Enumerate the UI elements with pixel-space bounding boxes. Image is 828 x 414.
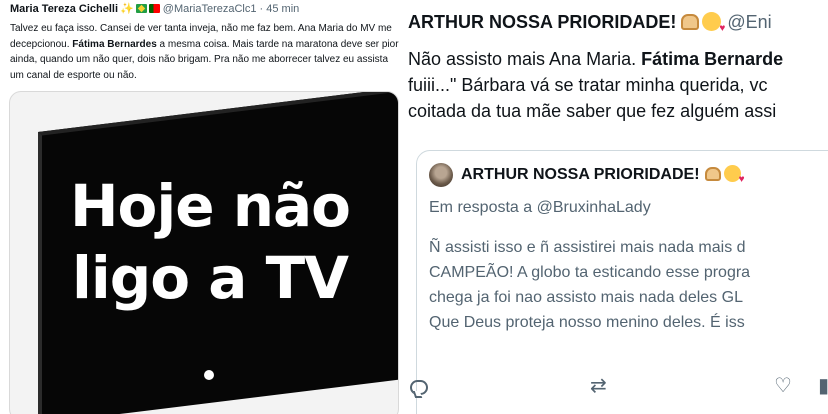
tweet-text-line3: coitada da tua mãe saber que fez alguém … bbox=[408, 101, 777, 121]
heart-icon: ♡ bbox=[774, 375, 792, 397]
tweet-text-bold: Fátima Bernardes bbox=[72, 38, 157, 50]
tv-caption: Hoje não ligo a TV bbox=[40, 170, 380, 314]
quoted-author-name[interactable]: ARTHUR NOSSA PRIORIDADE! bbox=[461, 166, 700, 183]
quoted-tweet-text: Ñ assisti isso e ñ assistirei mais nada … bbox=[429, 235, 750, 335]
sparkle-icon: ✨ bbox=[120, 3, 134, 15]
tweet-text-bold: Fátima Bernarde bbox=[641, 49, 784, 69]
views-button[interactable]: ▮ bbox=[818, 374, 828, 398]
author-handle-time[interactable]: @MariaTerezaClc1 · 45 min bbox=[163, 3, 300, 15]
avatar[interactable] bbox=[429, 163, 453, 187]
portugal-flag-icon bbox=[148, 4, 160, 13]
tweet-text-line1: Não assisto mais Ana Maria. Fátima Berna… bbox=[408, 46, 828, 72]
tv-caption-line2: ligo a TV bbox=[71, 244, 349, 312]
tweet-text: Talvez eu faça isso. Cansei de ver tanta… bbox=[10, 21, 400, 83]
bread-icon bbox=[681, 14, 700, 30]
tweet-text-line2: fuiii..." Bárbara vá se tratar minha que… bbox=[408, 75, 768, 95]
quoted-line1: Ñ assisti isso e ñ assistirei mais nada … bbox=[429, 239, 746, 256]
reply-button[interactable] bbox=[410, 374, 428, 398]
reply-context[interactable]: Em resposta a @BruxinhaLady bbox=[429, 199, 651, 217]
kiss-face-icon bbox=[723, 165, 745, 185]
right-tweet-header: ARTHUR NOSSA PRIORIDADE! @Eni bbox=[408, 12, 772, 34]
like-button[interactable]: ♡ bbox=[774, 374, 792, 398]
quoted-line4: Que Deus proteja nosso menino deles. É i… bbox=[429, 314, 745, 331]
quoted-line3: chega ja foi nao assisto mais nada deles… bbox=[429, 289, 743, 306]
bread-icon bbox=[704, 167, 721, 181]
left-tweet: Maria Tereza Cichelli ✨ @MariaTerezaClc1 … bbox=[0, 0, 403, 414]
retweet-icon: ⇄ bbox=[590, 375, 607, 397]
reply-icon bbox=[410, 380, 428, 395]
views-icon: ▮ bbox=[818, 375, 828, 397]
tweet-actions: ⇄ ♡ ▮ bbox=[406, 374, 828, 400]
retweet-button[interactable]: ⇄ bbox=[590, 374, 607, 398]
right-tweet: ARTHUR NOSSA PRIORIDADE! @Eni Não assisto… bbox=[406, 0, 828, 414]
tweet-image[interactable]: Hoje não ligo a TV bbox=[9, 91, 399, 414]
author-handle[interactable]: @Eni bbox=[727, 12, 771, 32]
brazil-flag-icon bbox=[135, 4, 147, 13]
author-name[interactable]: ARTHUR NOSSA PRIORIDADE! bbox=[408, 12, 676, 32]
tweet-text: Não assisto mais Ana Maria. Fátima Berna… bbox=[408, 46, 828, 124]
quoted-tweet-header: ARTHUR NOSSA PRIORIDADE! bbox=[461, 165, 745, 185]
tweet-text-part: Não assisto mais Ana Maria. bbox=[408, 49, 642, 69]
tv-caption-line1: Hoje não bbox=[69, 172, 351, 240]
author-name[interactable]: Maria Tereza Cichelli bbox=[10, 3, 118, 15]
left-tweet-header: Maria Tereza Cichelli ✨ @MariaTerezaClc1 … bbox=[10, 2, 299, 15]
kiss-face-icon bbox=[702, 12, 725, 34]
quoted-line2: CAMPEÃO! A globo ta esticando esse progr… bbox=[429, 264, 751, 281]
tv-power-dot bbox=[204, 370, 214, 380]
